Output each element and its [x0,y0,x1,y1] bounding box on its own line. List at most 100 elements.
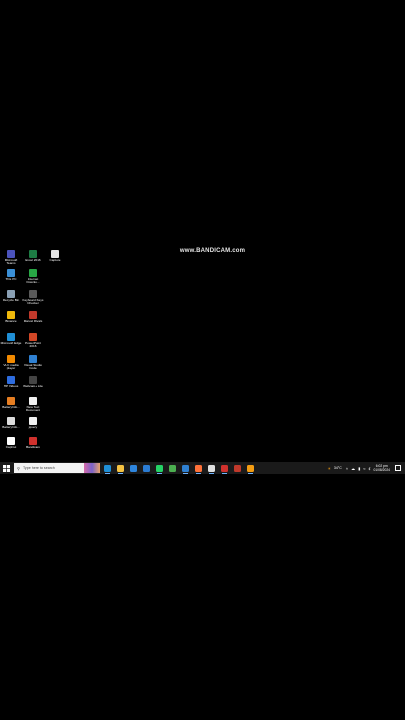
desktop-icon-label: Visual Studio Code [23,363,42,371]
new-text-doc-glyph-icon [29,397,37,405]
capcut-taskbar-icon[interactable] [205,462,218,474]
notification-icon[interactable] [395,465,401,471]
desktop-icon-label: PowerPoint 2016 [25,341,41,349]
recycle-bin-desktop-icon[interactable]: Recycle Bin [0,290,22,302]
bandicam-desktop-icon[interactable]: Bandicam [22,437,44,449]
desktop-icon-label: Bandicam [26,445,40,449]
batteryinfo-desktop-icon[interactable]: BatteryInfo... [0,397,22,409]
system-tray: ☀ 34°C ˄ ☁ ▮ ≈ ♯ 6:02 pm 01/08/2024 [327,462,405,474]
bandicam-taskbar-icon[interactable] [218,462,231,474]
taskbar-apps [101,462,257,474]
volume-icon[interactable]: ♯ [368,466,370,471]
taskbar-clock[interactable]: 6:02 pm 01/08/2024 [373,464,390,472]
webcam-glyph-icon [29,376,37,384]
firefox-glyph-icon [195,464,202,472]
capture-desktop-icon[interactable]: Capture [44,250,66,262]
chrome-glyph-icon [169,464,176,472]
batteryinfo-glyph-icon [7,397,15,405]
desktop-icon-label: Internet Downlo... [26,277,40,285]
file-explorer-glyph-icon [117,464,124,472]
capcut-glyph-icon [7,437,15,445]
desktop-icon-label: CapCut [5,445,17,449]
edge-glyph-icon [104,464,111,472]
desktop-icon-label: Webcam+ Lite [23,384,43,388]
capcut-glyph-icon [208,464,215,472]
desktop-icon-label: Microsoft Teams [4,258,18,266]
capcut-desktop-icon[interactable]: CapCut [0,437,22,449]
marvel-glyph-icon [29,311,37,319]
search-icon: ⚲ [17,465,20,471]
weather-icon: ☀ [327,465,331,471]
desktop-icon-label: BatteryInfo... [2,405,20,409]
edge-desktop-icon[interactable]: Microsoft Edge [0,333,22,345]
powerpoint-desktop-icon[interactable]: PowerPoint 2016 [22,333,44,349]
this-pc-glyph-icon [7,269,15,277]
store-glyph-icon [130,464,137,472]
search-highlight-art [84,463,100,473]
excel-desktop-icon[interactable]: Excel 2016 [22,250,44,262]
edge-taskbar-icon[interactable] [101,462,114,474]
desktop-icon-label: Keyboard Keys Checker [22,298,44,306]
excel-glyph-icon [29,250,37,258]
store-taskbar-icon[interactable] [127,462,140,474]
taskbar-search-box[interactable]: ⚲ Type here to search [14,463,100,473]
webcam-desktop-icon[interactable]: Webcam+ Lite [22,376,44,388]
keyboard-checker-glyph-icon [29,290,37,298]
jquery-desktop-icon[interactable]: jquery [22,417,44,429]
desktop-icon-label: VLC media player [3,363,19,371]
bandicam-glyph-icon [29,437,37,445]
binance-glyph-icon [7,311,15,319]
idm-desktop-icon[interactable]: Internet Downlo... [22,269,44,285]
file-explorer-taskbar-icon[interactable] [114,462,127,474]
recorder-glyph-icon [234,464,241,472]
edge-glyph-icon [7,333,15,341]
this-pc-desktop-icon[interactable]: This PC [0,269,22,281]
battery-icon[interactable]: ▮ [358,466,360,471]
desktop-screen: www.BANDICAM.com Microsoft Teams Excel 20… [0,245,405,475]
wifi-icon[interactable]: ≈ [363,466,365,471]
capture-glyph-icon [51,250,59,258]
keyboard-checker-desktop-icon[interactable]: Keyboard Keys Checker [22,290,44,306]
desktop-icon-label: Excel 2016 [25,258,41,262]
recycle-bin-glyph-icon [7,290,15,298]
teams-desktop-icon[interactable]: Microsoft Teams [0,250,22,266]
recorder-taskbar-icon[interactable] [231,462,244,474]
vscode-desktop-icon[interactable]: Visual Studio Code [22,355,44,371]
vlc-glyph-icon [7,355,15,363]
desktop-icon-label: Microsoft Edge [0,341,22,345]
vscode-glyph-icon [182,464,189,472]
desktop-icon-label: Recycle Bin [2,298,20,302]
idm-glyph-icon [29,269,37,277]
binance-desktop-icon[interactable]: Binance [0,311,22,323]
chrome-taskbar-icon[interactable] [166,462,179,474]
marvel-desktop-icon[interactable]: Marvel Rivals [22,311,44,323]
whatsapp-taskbar-icon[interactable] [153,462,166,474]
batteryinfo2-desktop-icon[interactable]: BatteryInfo... [0,417,22,429]
search-placeholder: Type here to search [22,466,55,470]
desktop-icon-label: HP Videos [3,384,19,388]
hp-videos-desktop-icon[interactable]: HP Videos [0,376,22,388]
firefox-taskbar-icon[interactable] [192,462,205,474]
desktop-icon-label: jquery [28,425,38,429]
weather-temp[interactable]: 34°C [334,466,342,470]
vscode-taskbar-icon[interactable] [179,462,192,474]
vscode-glyph-icon [29,355,37,363]
powerpoint-glyph-icon [29,333,37,341]
app-taskbar-icon[interactable] [244,462,257,474]
mail-taskbar-icon[interactable] [140,462,153,474]
hp-videos-glyph-icon [7,376,15,384]
vlc-desktop-icon[interactable]: VLC media player [0,355,22,371]
jquery-glyph-icon [29,417,37,425]
whatsapp-glyph-icon [156,464,163,472]
start-button[interactable] [0,462,13,474]
clock-date: 01/08/2024 [373,468,390,472]
desktop-icon-label: Capture [49,258,61,262]
windows-icon [3,464,10,472]
cloud-icon[interactable]: ☁ [351,466,355,471]
mail-glyph-icon [143,464,150,472]
desktop-icon-label: New Text Document [25,405,41,413]
bandicam-glyph-icon [221,464,228,472]
new-text-doc-desktop-icon[interactable]: New Text Document [22,397,44,413]
taskbar: ⚲ Type here to search ☀ 34°C ˄ ☁ ▮ ≈ ♯ 6… [0,462,405,474]
chevron-up-icon[interactable]: ˄ [346,466,348,471]
